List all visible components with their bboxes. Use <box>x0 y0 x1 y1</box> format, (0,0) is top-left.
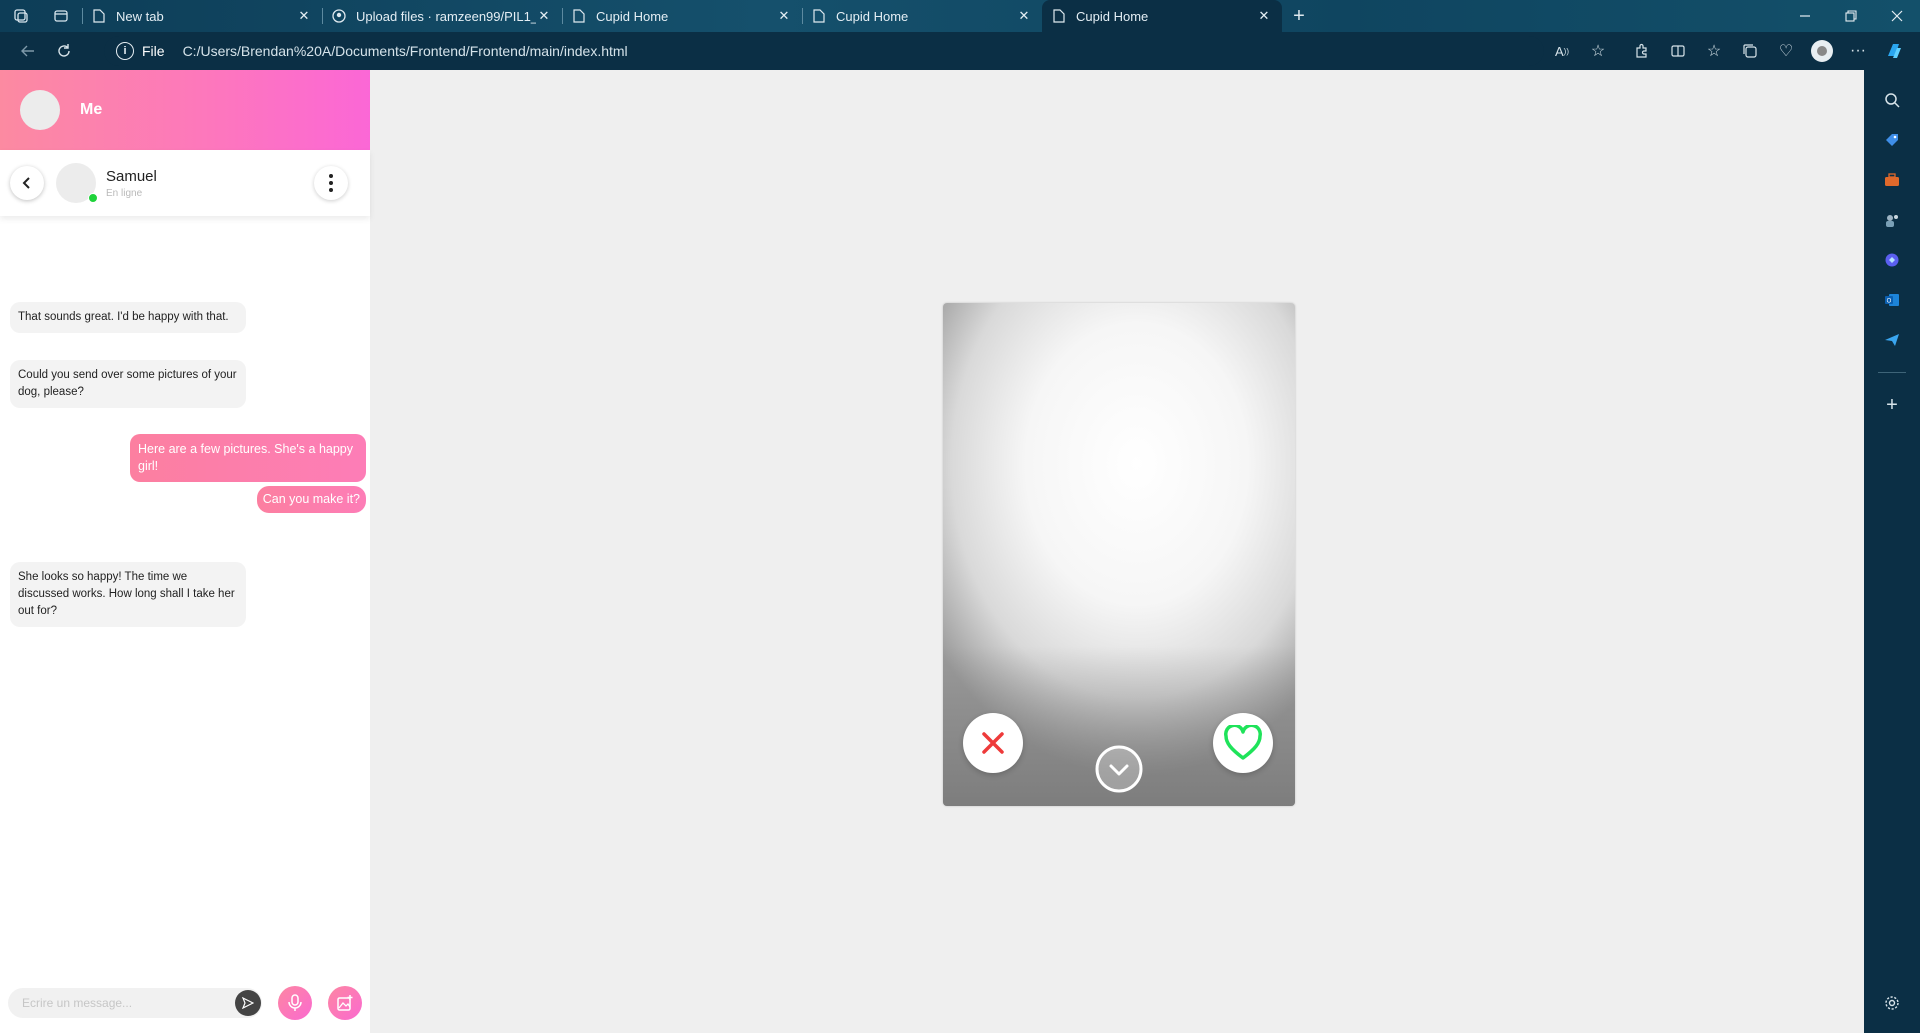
tab-cupid-home-active[interactable]: Cupid Home ✕ <box>1042 0 1282 32</box>
profile-icon[interactable] <box>1804 36 1840 66</box>
outlook-icon[interactable]: O <box>1876 284 1908 316</box>
tab-title: New tab <box>116 8 164 24</box>
contact-info: Samuel En ligne <box>106 168 157 199</box>
favorites-icon[interactable]: ☆ <box>1696 36 1732 66</box>
image-add-icon <box>337 995 353 1011</box>
settings-more-icon[interactable]: ··· <box>1840 36 1876 66</box>
back-button[interactable] <box>10 166 44 200</box>
toolbar-icons: A)) ☆ ☆ ♡ ··· <box>1544 32 1920 70</box>
conversation-header: Samuel En ligne <box>0 150 370 216</box>
message-outgoing: Here are a few pictures. She's a happy g… <box>130 434 366 482</box>
message-incoming: That sounds great. I'd be happy with tha… <box>10 302 246 333</box>
tab-cupid-home-2[interactable]: Cupid Home ✕ <box>802 0 1042 32</box>
tab-actions-icon[interactable] <box>48 3 74 29</box>
tab-strip: New tab ✕ Upload files · ramzeen99/PIL1_… <box>0 0 1920 32</box>
collections-icon[interactable] <box>1732 36 1768 66</box>
edge-sidebar: O + <box>1864 70 1920 1033</box>
url-text[interactable]: C:/Users/Brendan%20A/Documents/Frontend/… <box>183 43 628 59</box>
tab-title: Cupid Home <box>596 8 669 24</box>
games-icon[interactable] <box>1876 204 1908 236</box>
close-x-icon <box>982 732 1004 754</box>
site-info-icon[interactable]: i <box>116 42 134 60</box>
like-button[interactable] <box>1213 713 1273 773</box>
heart-icon <box>1224 725 1262 760</box>
window-controls <box>1782 0 1920 32</box>
shopping-tag-icon[interactable] <box>1876 124 1908 156</box>
dislike-button[interactable] <box>963 713 1023 773</box>
more-info-button[interactable] <box>1095 745 1143 793</box>
svg-text:O: O <box>1887 299 1892 305</box>
restore-icon[interactable] <box>1828 0 1874 32</box>
tab-upload-files[interactable]: Upload files · ramzeen99/PIL1_2 ✕ <box>322 0 562 32</box>
back-arrow-icon[interactable] <box>10 36 46 66</box>
message-outgoing: Can you make it? <box>256 486 366 513</box>
tab-title: Cupid Home <box>836 8 909 24</box>
extensions-icon[interactable] <box>1624 36 1660 66</box>
tab-title: Upload files · ramzeen99/PIL1_2 <box>356 8 536 24</box>
send-image-button[interactable] <box>328 986 362 1020</box>
tab-title: Cupid Home <box>1076 8 1149 24</box>
address-field[interactable]: i File C:/Users/Brendan%20A/Documents/Fr… <box>104 36 1544 66</box>
close-tab-icon[interactable]: ✕ <box>536 8 552 24</box>
new-tab-button[interactable]: + <box>1286 3 1312 29</box>
my-avatar[interactable] <box>20 90 60 130</box>
message-incoming: She looks so happy! The time we discusse… <box>10 562 246 627</box>
sidebar-divider <box>1878 372 1906 373</box>
github-icon <box>332 8 346 24</box>
copilot-sidebar-icon[interactable] <box>1876 244 1908 276</box>
profile-card[interactable] <box>943 303 1295 806</box>
browser-essentials-icon[interactable]: ♡ <box>1768 36 1804 66</box>
page-icon <box>92 8 106 24</box>
close-tab-icon[interactable]: ✕ <box>296 8 312 24</box>
tab-cupid-home-1[interactable]: Cupid Home ✕ <box>562 0 802 32</box>
close-tab-icon[interactable]: ✕ <box>1256 8 1272 24</box>
page-viewport: Me Samuel En ligne That sounds great. I'… <box>0 70 1864 1033</box>
read-aloud-icon[interactable]: A)) <box>1544 36 1580 66</box>
minimize-icon[interactable] <box>1782 0 1828 32</box>
chat-panel: Me Samuel En ligne That sounds great. I'… <box>0 70 370 1033</box>
my-profile-header[interactable]: Me <box>0 70 370 150</box>
address-bar-row: i File C:/Users/Brendan%20A/Documents/Fr… <box>0 32 1920 70</box>
contact-name: Samuel <box>106 167 157 185</box>
url-scheme: File <box>142 43 165 59</box>
refresh-icon[interactable] <box>46 36 82 66</box>
close-tab-icon[interactable]: ✕ <box>776 8 792 24</box>
more-options-button[interactable] <box>314 166 348 200</box>
contact-avatar[interactable] <box>56 163 98 203</box>
close-tab-icon[interactable]: ✕ <box>1016 8 1032 24</box>
contact-status: En ligne <box>106 187 143 199</box>
page-icon <box>1052 8 1066 24</box>
search-icon[interactable] <box>1876 84 1908 116</box>
microphone-icon <box>288 994 302 1011</box>
add-icon[interactable]: + <box>1876 389 1908 421</box>
send-button[interactable] <box>235 990 261 1016</box>
workspaces-icon[interactable] <box>8 3 34 29</box>
message-composer <box>0 973 370 1033</box>
copilot-icon[interactable] <box>1876 36 1912 66</box>
chevron-down-icon <box>1095 745 1143 793</box>
gear-icon[interactable] <box>1876 987 1908 1019</box>
message-input[interactable] <box>8 988 262 1018</box>
page-icon <box>572 8 586 24</box>
message-incoming: Could you send over some pictures of you… <box>10 360 246 408</box>
split-screen-icon[interactable] <box>1660 36 1696 66</box>
favorite-star-icon[interactable]: ☆ <box>1580 36 1616 66</box>
telegram-send-icon[interactable] <box>1876 324 1908 356</box>
tools-briefcase-icon[interactable] <box>1876 164 1908 196</box>
my-name: Me <box>80 101 103 118</box>
tab-new-tab[interactable]: New tab ✕ <box>82 0 322 32</box>
online-status-dot <box>88 193 98 203</box>
page-icon <box>812 8 826 24</box>
voice-message-button[interactable] <box>278 986 312 1020</box>
close-window-icon[interactable] <box>1874 0 1920 32</box>
